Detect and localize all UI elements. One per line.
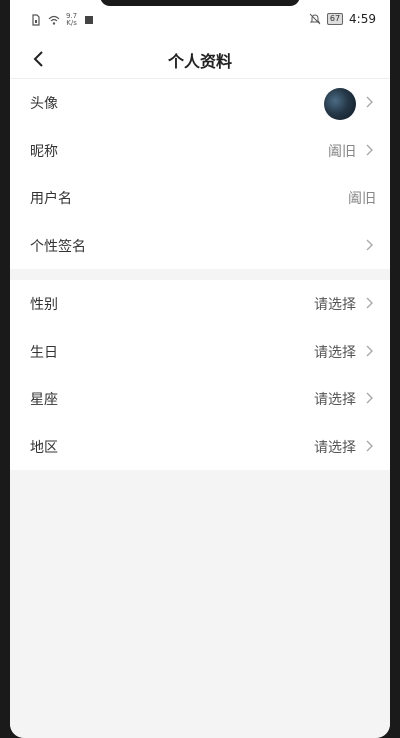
row-label: 生日 — [30, 344, 58, 361]
chevron-right-icon — [366, 440, 373, 451]
birthday-value: 请选择 — [314, 344, 356, 361]
row-label: 头像 — [30, 96, 58, 112]
chevron-right-icon — [366, 96, 373, 108]
row-label: 性别 — [30, 297, 58, 313]
row-label: 昵称 — [30, 143, 58, 160]
row-label: 用户名 — [30, 191, 72, 207]
network-speed-unit: K/s — [66, 19, 77, 27]
chevron-right-icon — [366, 239, 373, 250]
battery-indicator: 67 — [326, 13, 344, 25]
chevron-right-icon — [366, 144, 373, 155]
camera-notch — [100, 0, 300, 6]
chevron-right-icon — [366, 345, 373, 356]
mute-bell-icon — [309, 13, 321, 25]
avatar[interactable] — [324, 88, 356, 120]
info-group: 性别 请选择 生日 请选择 星座 请选择 地区 请选择 — [10, 280, 390, 470]
navigation-bar: 个人资料 — [10, 40, 390, 79]
wifi-icon — [48, 15, 60, 25]
status-bar: 9.7 K/s 67 4:59 — [10, 0, 390, 40]
row-label: 个性签名 — [30, 238, 86, 255]
row-label: 星座 — [30, 392, 58, 408]
nickname-value: 阖旧 — [328, 143, 356, 160]
row-signature[interactable]: 个性签名 — [10, 222, 390, 270]
phone-screen: 9.7 K/s 67 4:59 个人资料 头像 昵称 阖旧 用户名 阖旧 个性签… — [10, 0, 390, 738]
notification-square-icon — [85, 16, 94, 24]
clock: 4:59 — [349, 12, 376, 26]
row-avatar[interactable]: 头像 — [10, 79, 390, 127]
network-speed: 9.7 K/s — [66, 13, 77, 27]
gender-value: 请选择 — [314, 297, 356, 313]
region-value: 请选择 — [314, 439, 356, 456]
profile-group: 头像 昵称 阖旧 用户名 阖旧 个性签名 — [10, 79, 390, 269]
row-label: 地区 — [30, 439, 58, 456]
empty-area — [10, 470, 390, 738]
chevron-right-icon — [366, 392, 373, 404]
row-gender[interactable]: 性别 请选择 — [10, 280, 390, 328]
row-username: 用户名 阖旧 — [10, 174, 390, 222]
chevron-right-icon — [366, 297, 373, 309]
row-birthday[interactable]: 生日 请选择 — [10, 328, 390, 376]
constellation-value: 请选择 — [314, 392, 356, 408]
row-region[interactable]: 地区 请选择 — [10, 423, 390, 471]
sim-card-icon — [32, 14, 40, 26]
row-constellation[interactable]: 星座 请选择 — [10, 375, 390, 423]
username-value: 阖旧 — [348, 191, 376, 207]
row-nickname[interactable]: 昵称 阖旧 — [10, 127, 390, 175]
page-title: 个人资料 — [167, 52, 232, 71]
